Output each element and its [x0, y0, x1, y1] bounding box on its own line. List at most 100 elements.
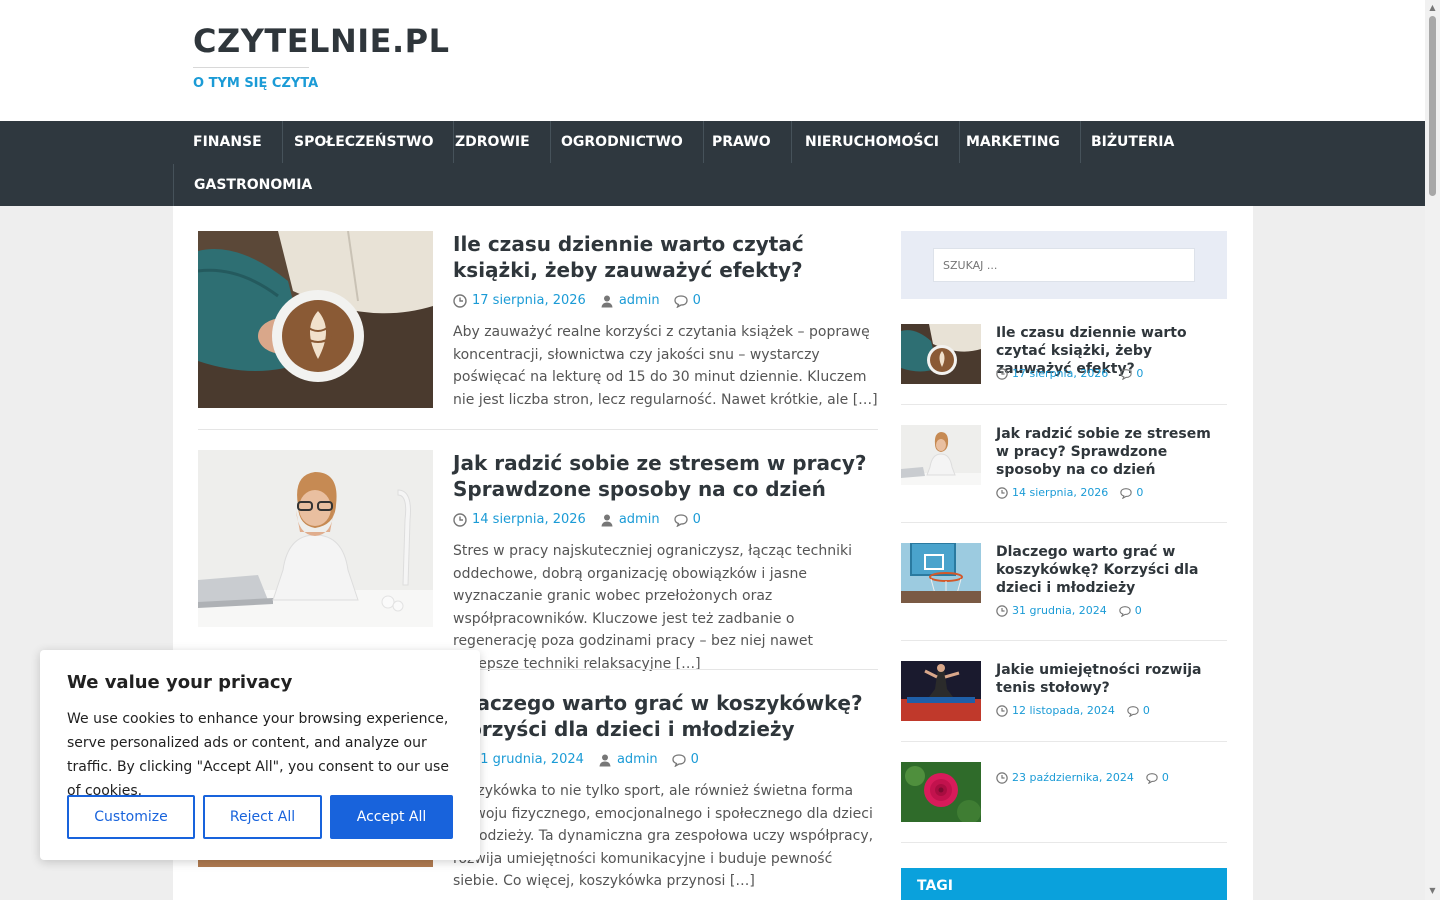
recent-post-title[interactable]: Jakie umiejętności rozwija tenis stołowy…: [996, 661, 1228, 697]
recent-post-date[interactable]: 23 października, 2024: [1012, 770, 1134, 786]
recent-post-meta: 17 sierpnia, 2026 0: [996, 366, 1143, 382]
post-comments[interactable]: 0: [691, 750, 699, 770]
post-excerpt-text: Koszykówka to nie tylko sport, ale równi…: [453, 783, 874, 889]
nav-item-gastronomia[interactable]: GASTRONOMIA: [173, 164, 332, 206]
post-thumbnail[interactable]: [198, 231, 433, 408]
recent-post-item: 23 października, 2024 0: [901, 762, 1227, 824]
recent-post-item: Jakie umiejętności rozwija tenis stołowy…: [901, 661, 1227, 723]
page-scrollbar[interactable]: ▲ ▼: [1425, 0, 1440, 900]
nav-item-nieruchomosci[interactable]: NIERUCHOMOŚCI: [785, 121, 960, 163]
recent-post-comments[interactable]: 0: [1136, 485, 1143, 501]
post-item: Ile czasu dziennie warto czytać książki,…: [198, 231, 878, 408]
comment-icon: [673, 295, 688, 308]
recent-post-comments[interactable]: 0: [1135, 603, 1142, 619]
recent-post-divider: [901, 741, 1227, 742]
nav-item-finanse[interactable]: FINANSE: [173, 121, 283, 163]
post-date[interactable]: 17 sierpnia, 2026: [472, 291, 586, 311]
nav-item-bizuteria[interactable]: BIŻUTERIA: [1071, 121, 1194, 163]
user-icon: [599, 754, 611, 767]
recent-post-comments[interactable]: 0: [1143, 703, 1150, 719]
recent-post-divider: [901, 522, 1227, 523]
nav-item-spoleczenstwo[interactable]: SPOŁECZEŃSTWO: [274, 121, 455, 163]
tags-heading: TAGI: [901, 868, 1227, 900]
recent-post-item: Jak radzić sobie ze stresem w pracy? Spr…: [901, 425, 1227, 505]
post-date[interactable]: 14 sierpnia, 2026: [472, 510, 586, 530]
accept-all-button[interactable]: Accept All: [330, 795, 453, 839]
comment-icon: [673, 514, 688, 527]
post-meta: 31 grudnia, 2024 admin 0: [453, 750, 878, 770]
nav-item-prawo[interactable]: PRAWO: [692, 121, 792, 163]
scroll-down-arrow-icon[interactable]: ▼: [1428, 886, 1437, 895]
scroll-up-arrow-icon[interactable]: ▲: [1428, 3, 1437, 12]
recent-post-date[interactable]: 31 grudnia, 2024: [1012, 603, 1107, 619]
recent-post-thumbnail[interactable]: [901, 661, 981, 721]
post-excerpt: Stres w pracy najskuteczniej ograniczysz…: [453, 540, 878, 675]
site-tagline: O TYM SIĘ CZYTA: [193, 76, 319, 91]
post-comments[interactable]: 0: [693, 510, 701, 530]
post-body: Ile czasu dziennie warto czytać książki,…: [453, 231, 878, 411]
recent-post-thumbnail[interactable]: [901, 762, 981, 822]
post-meta: 17 sierpnia, 2026 admin 0: [453, 291, 878, 311]
clock-icon: [996, 705, 1008, 717]
comment-icon: [1120, 488, 1133, 499]
recent-post-comments[interactable]: 0: [1162, 770, 1169, 786]
scrollbar-thumb[interactable]: [1429, 16, 1436, 196]
search-input[interactable]: [933, 248, 1195, 282]
recent-post-title[interactable]: Dlaczego warto grać w koszykówkę? Korzyś…: [996, 543, 1228, 597]
post-title[interactable]: Ile czasu dziennie warto czytać książki,…: [453, 232, 804, 282]
recent-post-comments[interactable]: 0: [1136, 366, 1143, 382]
clock-icon: [453, 294, 467, 308]
post-body: Dlaczego warto grać w koszykówkę? Korzyś…: [453, 690, 878, 893]
nav-item-zdrowie[interactable]: ZDROWIE: [435, 121, 551, 163]
post-thumbnail[interactable]: [198, 450, 433, 627]
post-excerpt-text: Stres w pracy najskuteczniej ograniczysz…: [453, 543, 852, 672]
post-title[interactable]: Dlaczego warto grać w koszykówkę? Korzyś…: [453, 691, 863, 741]
recent-post-thumbnail[interactable]: [901, 324, 981, 384]
reject-all-button[interactable]: Reject All: [203, 795, 322, 839]
comment-icon: [1127, 706, 1139, 717]
recent-post-date[interactable]: 14 sierpnia, 2026: [1012, 485, 1108, 501]
recent-post-thumbnail[interactable]: [901, 425, 981, 485]
nav-item-marketing[interactable]: MARKETING: [946, 121, 1081, 163]
customize-button[interactable]: Customize: [67, 795, 195, 839]
comment-icon: [1120, 369, 1133, 380]
site-title[interactable]: CZYTELNIE.PL: [193, 22, 449, 60]
title-divider: [193, 67, 309, 68]
post-excerpt: Koszykówka to nie tylko sport, ale równi…: [453, 780, 878, 893]
post-excerpt: Aby zauważyć realne korzyści z czytania …: [453, 321, 878, 411]
search-widget: [901, 231, 1227, 299]
nav-item-ogrodnictwo[interactable]: OGRODNICTWO: [541, 121, 704, 163]
post-meta: 14 sierpnia, 2026 admin 0: [453, 510, 878, 530]
cookie-title: We value your privacy: [67, 672, 293, 693]
post-date[interactable]: 31 grudnia, 2024: [472, 750, 584, 770]
cookie-description: We use cookies to enhance your browsing …: [67, 711, 449, 799]
recent-post-meta: 31 grudnia, 2024 0: [996, 603, 1142, 619]
main-nav: FINANSE SPOŁECZEŃSTWO ZDROWIE OGRODNICTW…: [0, 121, 1425, 206]
post-body: Jak radzić sobie ze stresem w pracy? Spr…: [453, 450, 878, 675]
recent-post-divider: [901, 404, 1227, 405]
recent-post-meta: 12 listopada, 2024 0: [996, 703, 1150, 719]
recent-post-date[interactable]: 12 listopada, 2024: [1012, 703, 1115, 719]
recent-post-item: Ile czasu dziennie warto czytać książki,…: [901, 324, 1227, 386]
post-title[interactable]: Jak radzić sobie ze stresem w pracy? Spr…: [453, 451, 866, 501]
post-excerpt-text: Aby zauważyć realne korzyści z czytania …: [453, 324, 870, 408]
recent-post-divider: [901, 640, 1227, 641]
read-more-link[interactable]: […]: [853, 392, 878, 408]
cookie-consent-banner: We value your privacy We use cookies to …: [40, 650, 480, 860]
comment-icon: [1119, 606, 1131, 617]
clock-icon: [996, 487, 1008, 499]
post-comments[interactable]: 0: [693, 291, 701, 311]
recent-post-thumbnail[interactable]: [901, 543, 981, 603]
post-author[interactable]: admin: [619, 510, 660, 530]
clock-icon: [996, 368, 1008, 380]
recent-post-item: Dlaczego warto grać w koszykówkę? Korzyś…: [901, 543, 1227, 623]
recent-post-title[interactable]: Jak radzić sobie ze stresem w pracy? Spr…: [996, 425, 1228, 479]
post-divider: [198, 429, 878, 430]
user-icon: [601, 295, 613, 308]
recent-post-meta: 23 października, 2024 0: [996, 770, 1169, 786]
read-more-link[interactable]: […]: [730, 873, 755, 889]
post-author[interactable]: admin: [617, 750, 658, 770]
clock-icon: [453, 513, 467, 527]
post-author[interactable]: admin: [619, 291, 660, 311]
recent-post-date[interactable]: 17 sierpnia, 2026: [1012, 366, 1108, 382]
